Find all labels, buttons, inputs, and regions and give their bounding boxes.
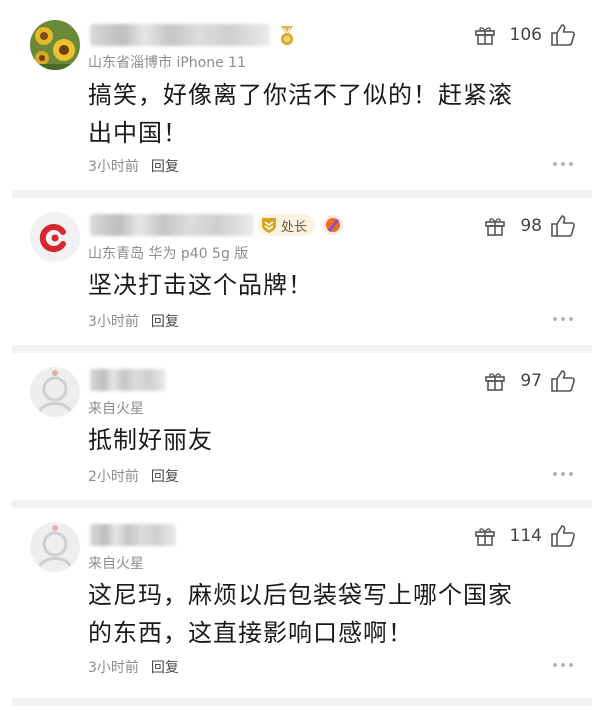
divider [12,345,592,353]
more-options-icon[interactable] [552,161,574,167]
comment-meta: 3小时前 回复 [88,657,179,677]
gift-icon[interactable] [474,526,496,546]
comment-location: 山东青岛 华为 p40 5g 版 [88,246,249,262]
reply-button[interactable]: 回复 [151,159,179,175]
comment-item: 来自火星 这尼玛，麻烦以后包装袋写上哪个国家 的东西，这直接影响口感啊！ 3小时… [0,508,604,698]
avatar[interactable] [30,522,80,572]
comment-location: 来自火星 [88,401,144,417]
comment-actions: 98 [484,213,576,239]
username-blurred[interactable] [90,214,254,236]
comment-text-line: 坚决打击这个品牌！ [88,271,313,299]
more-options-icon[interactable] [552,316,574,322]
like-count: 106 [509,25,542,45]
avatar[interactable] [30,212,80,262]
comment-actions: 114 [474,523,576,549]
comment-actions: 106 [474,22,576,48]
comment-time: 3小时前 [88,660,139,676]
default-avatar-image [30,522,80,572]
default-avatar-image [30,367,80,417]
divider [12,190,592,198]
divider [12,500,592,508]
comment-text: 坚决打击这个品牌！ [88,266,558,304]
comment-meta: 2小时前 回复 [88,466,179,486]
gift-icon[interactable] [474,25,496,45]
thumbs-up-icon[interactable] [550,214,576,238]
comment-actions: 97 [484,368,576,394]
comment-meta: 3小时前 回复 [88,156,179,176]
comment-location: 来自火星 [88,556,144,572]
comment-location: 山东省淄博市 iPhone 11 [88,55,246,71]
comment-feed: 山东省淄博市 iPhone 11 搞笑，好像离了你活不了似的！赶紧滚 出中国！ … [0,0,604,710]
reply-button[interactable]: 回复 [151,469,179,485]
more-options-icon[interactable] [552,471,574,477]
divider [12,698,592,706]
rank-badge-label: 处长 [281,219,308,235]
more-options-icon[interactable] [552,662,574,668]
comment-text-line: 抵制好丽友 [88,426,213,454]
comment-meta: 3小时前 回复 [88,311,179,331]
thumbs-up-icon[interactable] [550,524,576,548]
username-blurred[interactable] [90,24,270,46]
thumbs-up-icon[interactable] [550,369,576,393]
rank-badge: 处长 [258,214,316,236]
comment-text-line: 出中国！ [88,119,188,147]
like-count: 114 [509,526,542,546]
comment-time: 3小时前 [88,314,139,330]
medal-icon [281,26,293,45]
comment-time: 2小时前 [88,469,139,485]
comment-text-line: 这尼玛，麻烦以后包装袋写上哪个国家 [88,581,513,609]
comment-text: 这尼玛，麻烦以后包装袋写上哪个国家 的东西，这直接影响口感啊！ [88,576,558,652]
comment-item: 山东省淄博市 iPhone 11 搞笑，好像离了你活不了似的！赶紧滚 出中国！ … [0,0,604,190]
pen-medal-icon [323,215,343,235]
comment-text: 抵制好丽友 [88,421,558,459]
reply-button[interactable]: 回复 [151,660,179,676]
like-count: 97 [520,371,542,391]
gift-icon[interactable] [484,216,506,236]
comment-text-line: 搞笑，好像离了你活不了似的！赶紧滚 [88,81,513,109]
reply-button[interactable]: 回复 [151,314,179,330]
avatar[interactable] [30,367,80,417]
comment-text: 搞笑，好像离了你活不了似的！赶紧滚 出中国！ [88,76,558,152]
shield-icon [262,218,276,233]
thumbs-up-icon[interactable] [550,23,576,47]
sunflower-avatar-image [30,20,80,70]
comment-text-line: 的东西，这直接影响口感啊！ [88,619,413,647]
red-logo-avatar-image [30,212,80,262]
comment-time: 3小时前 [88,159,139,175]
comment-item: 来自火星 抵制好丽友 2小时前 回复 97 [0,353,604,500]
avatar[interactable] [30,20,80,70]
username-blurred[interactable] [90,369,166,391]
comment-item: 处长 山东青岛 华为 p40 5g 版 坚决打击这个品牌！ 3小时前 回复 98 [0,198,604,345]
gift-icon[interactable] [484,371,506,391]
like-count: 98 [520,216,542,236]
username-blurred[interactable] [90,524,176,546]
